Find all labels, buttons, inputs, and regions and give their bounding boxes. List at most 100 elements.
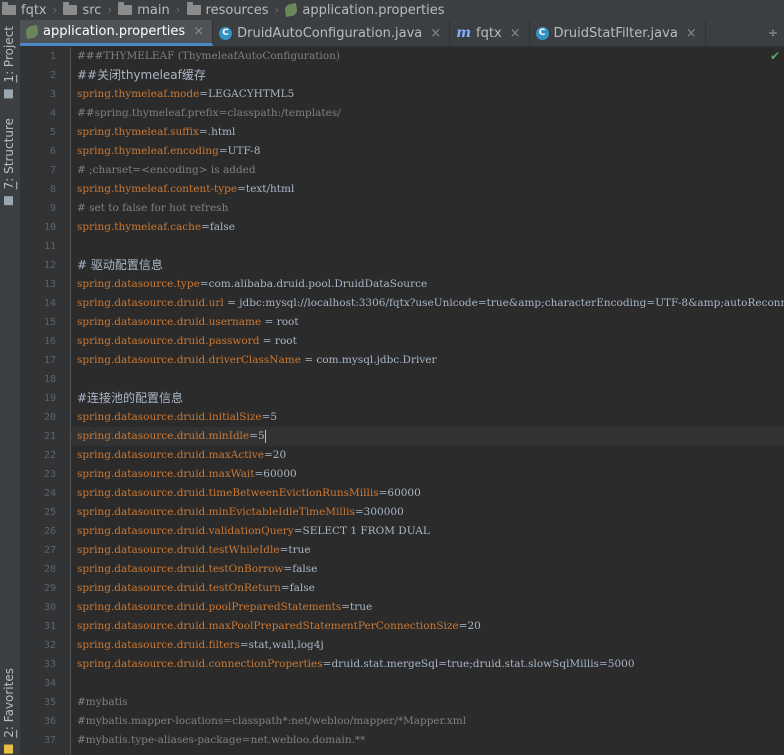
ide-window: fqtx › src › main › resources › applicat… [0,0,784,755]
code-line[interactable]: spring.thymeleaf.content-type=text/html [71,180,784,199]
breadcrumb-label: resources [205,2,269,18]
breadcrumb-item-resources[interactable]: resources [185,2,271,18]
property-separator: = [280,582,290,594]
property-value: .html [207,126,236,138]
code-line[interactable]: spring.thymeleaf.cache=false [71,218,784,237]
resources-folder-icon [186,2,201,15]
property-value: 300000 [363,506,404,518]
tab-fqtx[interactable]: m fqtx × [450,20,530,46]
code-line[interactable]: spring.thymeleaf.suffix=.html [71,123,784,142]
tab-application-properties[interactable]: application.properties × [20,20,214,46]
code-line[interactable]: ###THYMELEAF (ThymeleafAutoConfiguration… [71,47,784,66]
line-number: 20 [43,412,56,423]
code-line[interactable]: spring.thymeleaf.mode=LEGACYHTML5 [71,85,784,104]
code-line[interactable]: spring.datasource.druid.maxPoolPreparedS… [71,617,784,636]
property-value: jdbc:mysql://localhost:3306/fqtx?useUnic… [239,297,784,309]
property-separator: = [261,316,277,328]
code-line[interactable]: spring.datasource.druid.validationQuery=… [71,522,784,541]
breadcrumb-item-main[interactable]: main [116,2,171,18]
line-number: 13 [43,279,56,290]
line-number: 12 [43,260,56,271]
class-icon: C [219,26,233,40]
code-line[interactable]: # 驱动配置信息 [71,256,784,275]
code-line[interactable]: spring.datasource.druid.maxActive=20 [71,446,784,465]
favorites-tool-tab[interactable]: 2: Favorites [2,668,16,754]
property-key: spring.datasource.druid.initialSize [77,411,262,423]
code-line[interactable]: ##关闭thymeleaf缓存 [71,66,784,85]
editor-tabs: application.properties × C DruidAutoConf… [20,20,784,47]
line-number: 29 [43,583,56,594]
tab-druid-auto-configuration[interactable]: C DruidAutoConfiguration.java × [213,20,451,46]
breadcrumb-item-application-properties[interactable]: application.properties [283,3,446,18]
property-key: spring.datasource.druid.maxActive [77,449,264,461]
tab-list-menu[interactable]: ÷ [768,20,784,46]
code-line[interactable]: spring.datasource.druid.testOnReturn=fal… [71,579,784,598]
property-value: druid.stat.mergeSql=true;druid.stat.slow… [331,658,635,670]
property-key: spring.datasource.druid.driverClassName [77,354,301,366]
code-line[interactable]: spring.datasource.druid.connectionProper… [71,655,784,674]
line-number: 21 [43,431,56,442]
project-tool-tab[interactable]: 1: Project [2,26,16,99]
tab-druid-stat-filter[interactable]: C DruidStatFilter.java × [530,20,706,46]
line-number: 10 [43,222,56,233]
code-line[interactable]: #mybatis [71,693,784,712]
breadcrumb-item-src[interactable]: src [61,2,103,18]
code-line[interactable] [71,237,784,256]
code-line[interactable]: spring.datasource.druid.driverClassName … [71,351,784,370]
line-number: 35 [43,697,56,708]
code-content[interactable]: ###THYMELEAF (ThymeleafAutoConfiguration… [71,47,784,750]
breadcrumb-item-fqtx[interactable]: fqtx [0,2,49,18]
code-line[interactable]: spring.datasource.druid.minEvictableIdle… [71,503,784,522]
close-icon[interactable]: × [686,26,697,41]
line-number: 11 [43,241,56,252]
code-line[interactable]: spring.datasource.druid.filters=stat,wal… [71,636,784,655]
code-line[interactable]: spring.datasource.druid.testWhileIdle=tr… [71,541,784,560]
code-line[interactable] [71,370,784,389]
code-line[interactable]: #连接池的配置信息 [71,389,784,408]
property-separator: = [254,468,264,480]
property-key: spring.datasource.druid.testWhileIdle [77,544,280,556]
property-key: spring.datasource.druid.poolPreparedStat… [77,601,342,613]
code-line[interactable]: spring.datasource.druid.maxWait=60000 [71,465,784,484]
section-comment: #连接池的配置信息 [77,391,184,405]
code-line[interactable]: spring.thymeleaf.encoding=UTF-8 [71,142,784,161]
code-line[interactable]: spring.datasource.druid.timeBetweenEvict… [71,484,784,503]
breadcrumb-label: fqtx [21,2,47,18]
line-number: 30 [43,602,56,613]
tool-window-strip: 1: Project 7: Structure 2: Favorites [0,20,21,755]
code-line[interactable]: ##spring.thymeleaf.prefix=classpath:/tem… [71,104,784,123]
code-line[interactable]: # ;charset=<encoding> is added [71,161,784,180]
code-line[interactable]: spring.datasource.druid.minIdle=5 [71,427,784,446]
code-line[interactable]: spring.datasource.druid.url = jdbc:mysql… [71,294,784,313]
line-number: 27 [43,545,56,556]
tab-overflow-icon[interactable]: ÷ [768,26,778,40]
property-value: 5 [270,411,278,423]
code-line[interactable]: spring.datasource.druid.password = root [71,332,784,351]
code-line[interactable]: #mybatis.type-aliases-package=net.webloo… [71,731,784,750]
property-key: spring.datasource.druid.minIdle [77,430,250,442]
code-line[interactable]: #mybatis.mapper-locations=classpath*:net… [71,712,784,731]
code-line[interactable]: spring.datasource.type=com.alibaba.druid… [71,275,784,294]
tool-tab-number: 7 [2,181,16,190]
structure-tool-tab[interactable]: 7: Structure [2,118,16,206]
close-icon[interactable]: × [193,24,204,39]
code-line[interactable]: spring.datasource.druid.poolPreparedStat… [71,598,784,617]
code-line[interactable] [71,674,784,693]
close-icon[interactable]: × [510,26,521,41]
close-icon[interactable]: × [430,26,441,41]
code-line[interactable]: spring.datasource.druid.username = root [71,313,784,332]
property-value: SELECT 1 FROM DUAL [302,525,430,537]
property-key: spring.datasource.druid.url [77,297,224,309]
property-separator: = [201,221,210,233]
code-line[interactable]: spring.datasource.druid.initialSize=5 [71,408,784,427]
property-value: stat,wall,log4j [248,639,324,651]
property-value: 60000 [263,468,297,480]
code-line[interactable]: # set to false for hot refresh [71,199,784,218]
line-number: 17 [43,355,56,366]
property-value: 5 [257,430,265,442]
line-number: 25 [43,507,56,518]
chevron-right-icon: › [52,3,58,17]
code-line[interactable]: spring.datasource.druid.testOnBorrow=fal… [71,560,784,579]
property-separator: = [293,525,303,537]
inspection-ok-icon[interactable]: ✔ [770,49,780,63]
